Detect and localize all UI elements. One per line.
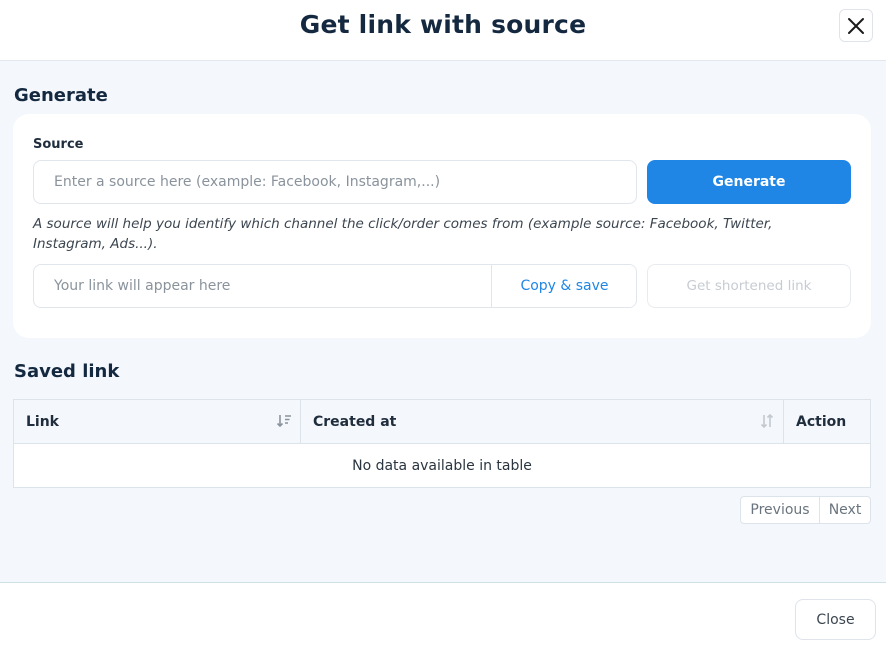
generate-card: Source Generate A source will help you i… xyxy=(13,114,871,338)
source-label: Source xyxy=(33,137,84,152)
source-hint: A source will help you identify which ch… xyxy=(33,216,773,252)
get-shortened-link-button[interactable]: Get shortened link xyxy=(647,264,851,308)
column-header-link[interactable]: Link xyxy=(13,399,301,444)
copy-save-button[interactable]: Copy & save xyxy=(491,265,636,307)
modal-header: Get link with source xyxy=(0,0,886,61)
generated-link-input[interactable] xyxy=(34,265,491,307)
generate-button[interactable]: Generate xyxy=(647,160,851,204)
column-label: Action xyxy=(796,413,847,430)
generate-section-title: Generate xyxy=(14,85,108,106)
column-label: Link xyxy=(26,413,59,430)
saved-links-table: Link Created at Action No data available… xyxy=(13,399,871,488)
close-button[interactable]: Close xyxy=(795,599,876,640)
table-row: No data available in table xyxy=(13,443,871,488)
previous-page-button[interactable]: Previous xyxy=(740,496,820,524)
sort-icon xyxy=(760,413,774,429)
sort-descending-icon xyxy=(276,415,291,428)
source-input[interactable] xyxy=(33,160,637,204)
column-header-created-at[interactable]: Created at xyxy=(300,399,784,444)
column-header-action: Action xyxy=(783,399,871,444)
saved-link-section-title: Saved link xyxy=(14,361,120,382)
next-page-button[interactable]: Next xyxy=(819,496,871,524)
modal-title: Get link with source xyxy=(299,10,587,39)
close-modal-button[interactable] xyxy=(839,9,873,42)
column-label: Created at xyxy=(313,413,397,430)
empty-table-message: No data available in table xyxy=(13,443,871,488)
generated-link-group: Copy & save xyxy=(33,264,637,308)
modal-body: Generate Source Generate A source will h… xyxy=(0,61,886,582)
modal-footer: Close xyxy=(0,582,886,648)
close-icon xyxy=(848,17,864,34)
table-header-row: Link Created at Action xyxy=(13,399,871,444)
